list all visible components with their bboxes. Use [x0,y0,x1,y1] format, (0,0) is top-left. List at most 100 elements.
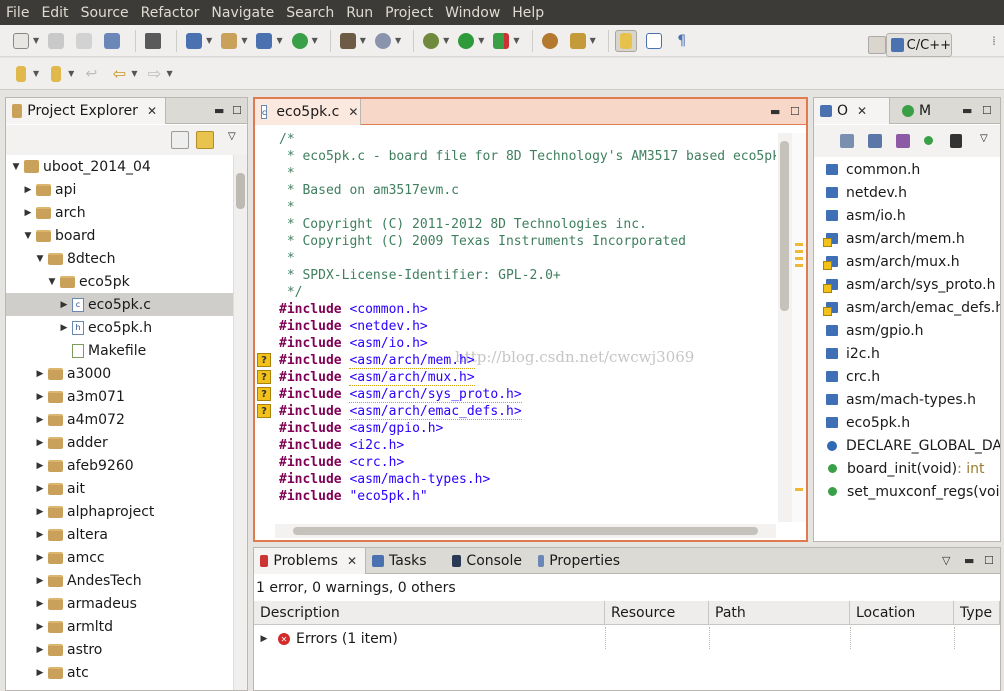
hammer-build-icon[interactable] [337,30,359,52]
menu-help[interactable]: Help [512,5,554,21]
save-icon[interactable] [45,30,67,52]
tree-item[interactable]: ▶ armltd [6,615,233,638]
hide-static-icon[interactable] [896,134,910,148]
column-header-description[interactable]: Description [254,601,605,625]
mark-occurrences-icon[interactable] [614,29,637,52]
tree-item[interactable]: ▶ afeb9260 [6,454,233,477]
tree-item[interactable]: ▼ uboot_2014_04 [6,155,233,178]
outline-item[interactable]: set_muxconf_regs(void) [826,480,1000,503]
dropdown-icon[interactable]: ▼ [33,69,39,78]
perspective-bar-grip-icon[interactable]: ⁞ [992,34,996,48]
new-icon[interactable] [10,30,32,52]
tree-item[interactable]: ▶ adder [6,431,233,454]
back-icon[interactable]: ⇦ [108,63,130,85]
view-menu-icon[interactable]: ▽ [980,133,988,144]
tab-outline[interactable]: O ✕ [814,98,890,124]
collapsed-icon[interactable]: ▶ [258,634,270,644]
tree-item[interactable]: ▶ amcc [6,546,233,569]
menu-run[interactable]: Run [346,5,383,21]
dropdown-icon[interactable]: ▼ [276,36,282,45]
collapsed-icon[interactable]: ▶ [34,392,46,402]
collapsed-icon[interactable]: ▶ [22,185,34,195]
editor-horizontal-scrollbar[interactable] [275,524,776,538]
tree-item[interactable]: ▶ ait [6,477,233,500]
tree-item[interactable]: ▶ astro [6,638,233,661]
last-edit-location-icon[interactable]: ↩ [80,63,102,85]
collapsed-icon[interactable]: ▶ [34,530,46,540]
problem-category-row[interactable]: ▶ ✕ Errors (1 item) [254,627,1000,651]
debug-icon[interactable] [420,30,442,52]
outline-item[interactable]: i2c.h [826,342,880,365]
open-type-icon[interactable] [539,30,561,52]
collapsed-icon[interactable]: ▶ [58,300,70,310]
column-header-resource[interactable]: Resource [605,601,709,625]
dropdown-icon[interactable]: ▼ [312,36,318,45]
minimize-icon[interactable]: ▬ [962,104,972,117]
collapsed-icon[interactable]: ▶ [34,553,46,563]
maximize-icon[interactable]: ☐ [982,104,992,117]
outline-item[interactable]: netdev.h [826,181,907,204]
tree-item[interactable]: Makefile [6,339,233,362]
outline-item[interactable]: DECLARE_GLOBAL_DATA_PTR [826,434,1000,457]
tree-item[interactable]: ▼ board [6,224,233,247]
warning-icon[interactable]: ? [257,404,271,418]
warning-marker[interactable] [795,488,803,491]
scrollbar-thumb[interactable] [293,527,758,535]
sort-icon[interactable] [840,134,854,148]
tree-item[interactable]: ▶ a3000 [6,362,233,385]
forward-icon[interactable]: ⇨ [143,63,165,85]
warning-icon[interactable]: ? [257,370,271,384]
outline-item[interactable]: asm/arch/mux.h [823,250,960,273]
collapsed-icon[interactable]: ▶ [34,645,46,655]
collapsed-icon[interactable]: ▶ [22,208,34,218]
link-with-editor-icon[interactable] [196,131,214,149]
dropdown-icon[interactable]: ▼ [241,36,247,45]
view-menu-icon[interactable]: ▽ [228,131,236,142]
expanded-icon[interactable]: ▼ [10,162,22,172]
menu-navigate[interactable]: Navigate [211,5,284,21]
new-folder-icon[interactable] [218,30,240,52]
maximize-icon[interactable]: ☐ [984,554,994,567]
collapsed-icon[interactable]: ▶ [34,507,46,517]
group-includes-icon[interactable] [950,134,962,148]
outline-item[interactable]: asm/arch/mem.h [823,227,965,250]
tree-item[interactable]: ▶ armadeus [6,592,233,615]
dropdown-icon[interactable]: ▼ [166,69,172,78]
run-icon[interactable] [455,30,477,52]
menu-edit[interactable]: Edit [41,5,78,21]
new-class-icon[interactable] [253,30,275,52]
dropdown-icon[interactable]: ▼ [68,69,74,78]
column-header-location[interactable]: Location [850,601,954,625]
menu-project[interactable]: Project [385,5,443,21]
tree-item[interactable]: ▶ atc [6,661,233,684]
scrollbar-thumb[interactable] [780,141,789,311]
tree-item[interactable]: ▶ h eco5pk.h [6,316,233,339]
minimize-icon[interactable]: ▬ [964,554,974,567]
tree-item[interactable]: ▶ a3m071 [6,385,233,408]
dropdown-icon[interactable]: ▼ [131,69,137,78]
open-perspective-icon[interactable] [868,36,886,54]
code-editor[interactable]: ???? http://blog.csdn.net/cwcwj3069 /* *… [255,133,776,522]
tab-project-explorer[interactable]: Project Explorer ✕ [6,98,166,124]
tab-properties[interactable]: Properties [532,548,628,574]
collapsed-icon[interactable]: ▶ [34,622,46,632]
external-tools-icon[interactable] [490,30,512,52]
tab-console[interactable]: Console [446,548,530,574]
tree-item[interactable]: ▼ 8dtech [6,247,233,270]
tab-tasks[interactable]: Tasks [366,548,444,574]
column-header-path[interactable]: Path [709,601,850,625]
collapsed-icon[interactable]: ▶ [34,415,46,425]
new-cpp-project-icon[interactable] [183,30,205,52]
editor-vertical-scrollbar[interactable] [778,133,792,522]
warning-marker[interactable] [795,250,803,253]
hide-fields-icon[interactable] [868,134,882,148]
collapsed-icon[interactable]: ▶ [34,484,46,494]
outline-item[interactable]: common.h [826,158,920,181]
outline-item[interactable]: asm/mach-types.h [826,388,976,411]
project-tree-scrollbar[interactable] [233,155,247,690]
show-whitespace-icon[interactable]: ¶ [671,30,693,52]
view-menu-icon[interactable]: ▽ [942,554,950,567]
new-source-icon[interactable] [289,30,311,52]
annotation-gutter[interactable]: ???? [255,133,275,522]
warning-marker[interactable] [795,257,803,260]
